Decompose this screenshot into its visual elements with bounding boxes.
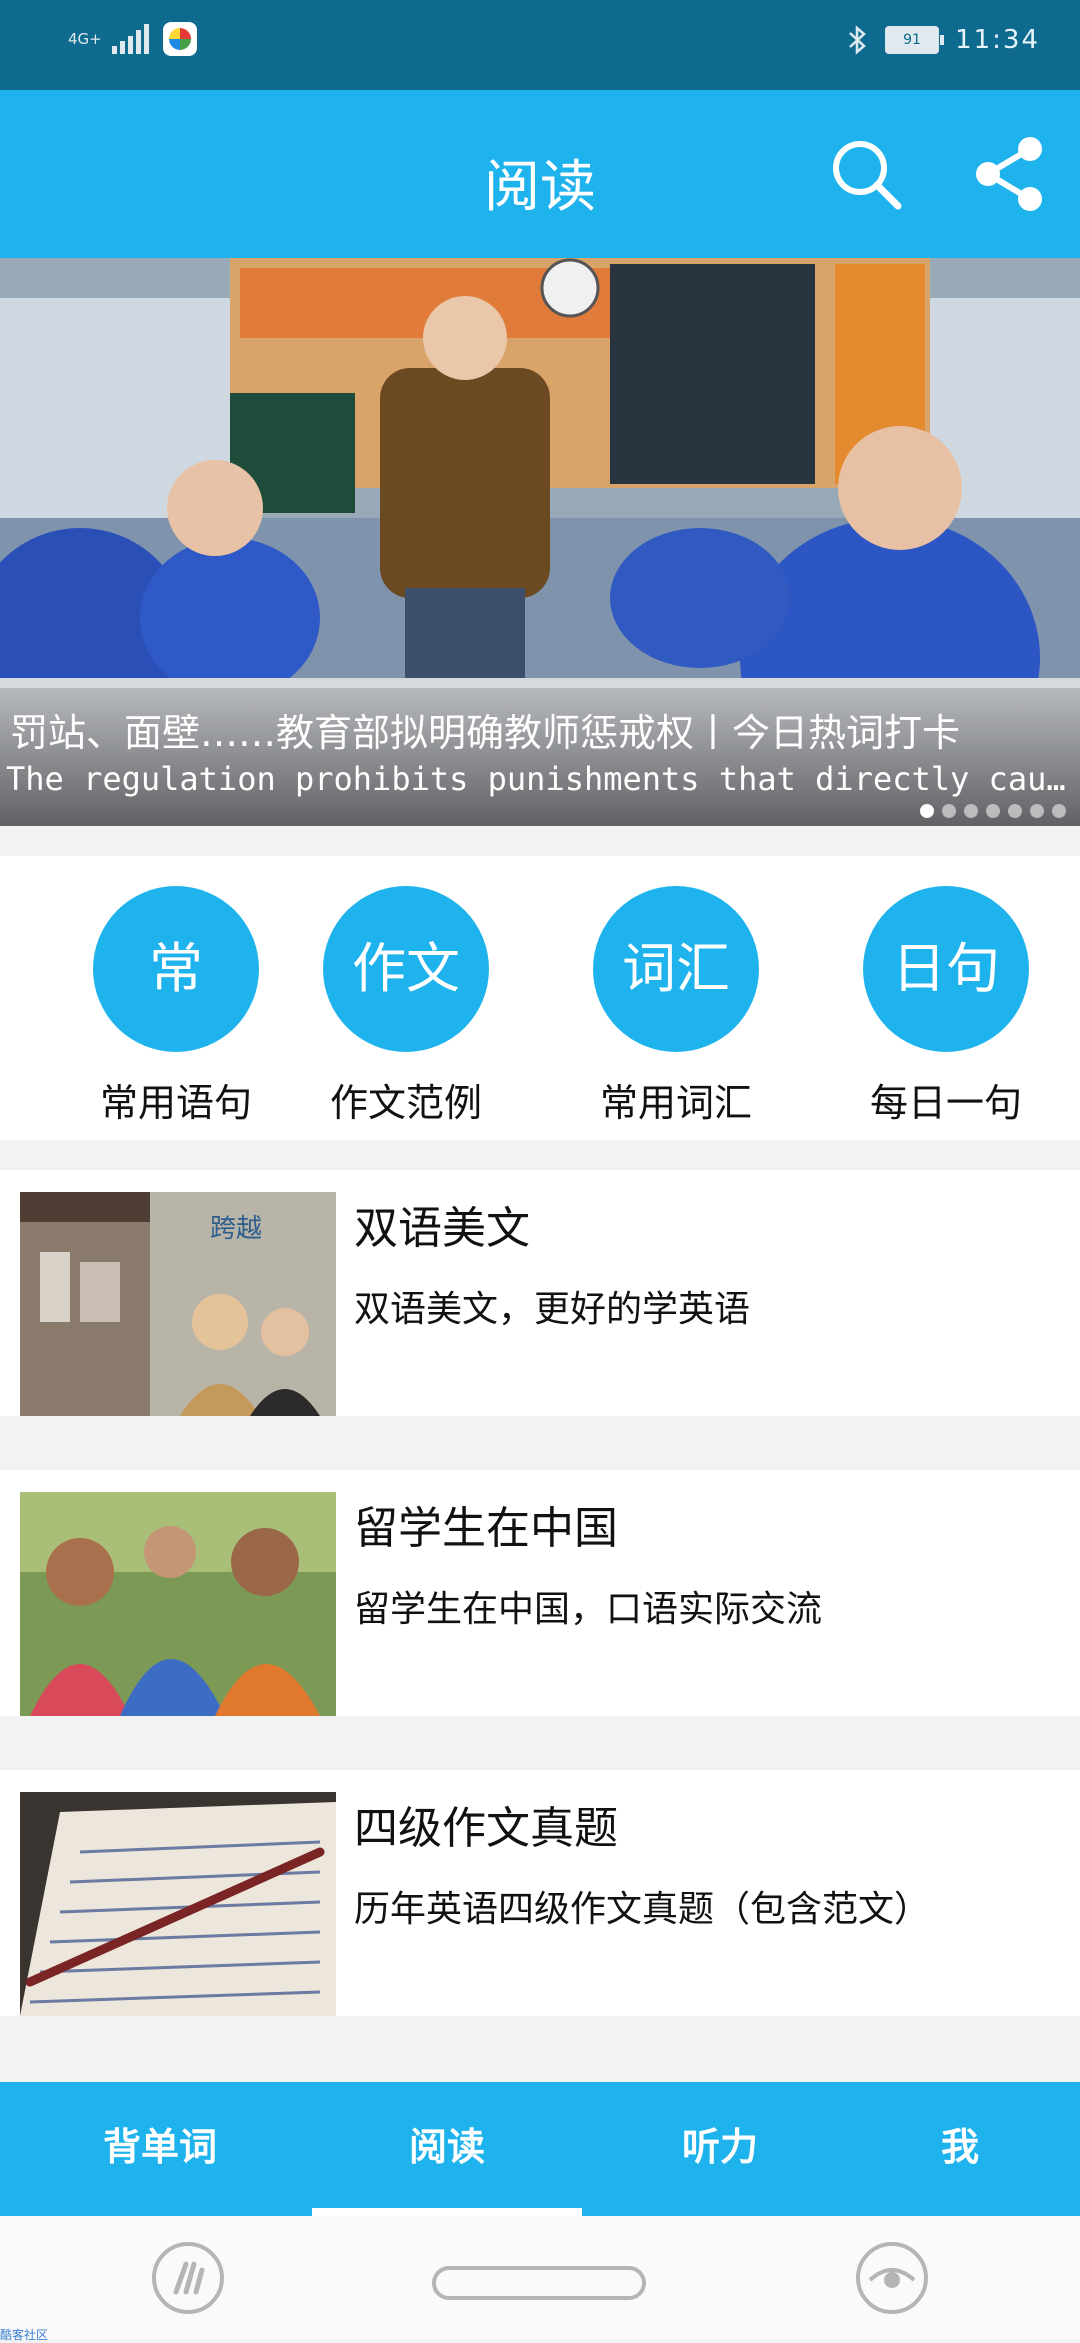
banner-dot[interactable] (986, 804, 1000, 818)
home-pill-button[interactable] (432, 2266, 646, 2300)
share-icon (976, 137, 1042, 211)
bluetooth-icon (849, 25, 866, 55)
shortcut-icon: 词汇 (593, 886, 759, 1052)
system-nav-bar (0, 2216, 1080, 2340)
shortcut-common-vocab[interactable]: 词汇 常用词汇 (566, 886, 786, 1127)
shortcut-essay-examples[interactable]: 作文 作文范例 (296, 886, 516, 1127)
article-card-bilingual[interactable]: 跨越 双语美文 双语美文，更好的学英语 (0, 1170, 1080, 1416)
app-switch-icon[interactable] (150, 2240, 226, 2316)
app-bar: 阅读 (0, 90, 1080, 258)
card-description: 历年英语四级作文真题（包含范文） (354, 1889, 931, 1930)
tab-reading[interactable]: 阅读 (312, 2082, 582, 2216)
status-left: 4G+ (68, 22, 197, 56)
article-card-intl-students[interactable]: 留学生在中国 留学生在中国，口语实际交流 (0, 1470, 1080, 1716)
svg-text:跨越: 跨越 (210, 1214, 262, 1244)
banner-dot[interactable] (1008, 804, 1022, 818)
article-card-cet4-essays[interactable]: 四级作文真题 历年英语四级作文真题（包含范文） (0, 1770, 1080, 2016)
page-title: 阅读 (484, 155, 596, 220)
card-title: 四级作文真题 (354, 1803, 618, 1854)
card-description: 留学生在中国，口语实际交流 (354, 1589, 823, 1630)
status-bar: 4G+ 91 11:34 (0, 0, 1080, 90)
tab-active-indicator (312, 2208, 582, 2216)
network-type: 4G+ (68, 30, 102, 48)
assistant-icon[interactable] (854, 2240, 930, 2316)
search-button[interactable] (826, 134, 906, 214)
tab-words[interactable]: 背单词 (40, 2082, 280, 2216)
shortcut-label: 每日一句 (869, 1081, 1022, 1125)
banner-subtitle: The regulation prohibits punishments tha… (6, 760, 1066, 798)
banner-dot[interactable] (1052, 804, 1066, 818)
share-button[interactable] (970, 134, 1050, 214)
banner-dot[interactable] (942, 804, 956, 818)
card-title: 双语美文 (354, 1203, 530, 1254)
shortcut-label: 常用语句 (99, 1081, 252, 1125)
battery-icon: 91 (885, 26, 945, 54)
banner-dot[interactable] (964, 804, 978, 818)
banner-dot[interactable] (1030, 804, 1044, 818)
card-thumbnail: 跨越 (20, 1192, 336, 1416)
tab-me[interactable]: 我 (860, 2082, 1060, 2216)
search-icon (833, 141, 902, 210)
bottom-nav: 背单词 阅读 听力 我 (0, 2082, 1080, 2216)
card-thumbnail (20, 1492, 336, 1716)
card-title: 留学生在中国 (354, 1503, 618, 1554)
banner-pagination (920, 804, 1066, 818)
shortcut-icon: 作文 (323, 886, 489, 1052)
status-right: 91 11:34 (847, 24, 1040, 56)
shortcut-icon: 日句 (863, 886, 1029, 1052)
signal-icon (112, 24, 149, 54)
banner-dot[interactable] (920, 804, 934, 818)
banner-title: 罚站、面壁……教育部拟明确教师惩戒权丨今日热词打卡 (10, 711, 961, 755)
card-description: 双语美文，更好的学英语 (354, 1289, 751, 1330)
shortcut-label: 作文范例 (329, 1081, 482, 1125)
watermark: 酷客社区 (0, 2328, 49, 2342)
card-thumbnail (20, 1792, 336, 2016)
status-time: 11:34 (955, 25, 1040, 55)
tab-listening[interactable]: 听力 (600, 2082, 840, 2216)
app-notification-icon (163, 22, 197, 56)
banner-carousel[interactable]: 罚站、面壁……教育部拟明确教师惩戒权丨今日热词打卡 The regulation… (0, 258, 1080, 826)
shortcut-grid: 常 常用语句 作文 作文范例 词汇 常用词汇 日句 每日一句 (0, 856, 1080, 1140)
shortcut-daily-sentence[interactable]: 日句 每日一句 (836, 886, 1056, 1127)
shortcut-icon: 常 (93, 886, 259, 1052)
shortcut-common-phrases[interactable]: 常 常用语句 (66, 886, 286, 1127)
shortcut-label: 常用词汇 (599, 1081, 752, 1125)
